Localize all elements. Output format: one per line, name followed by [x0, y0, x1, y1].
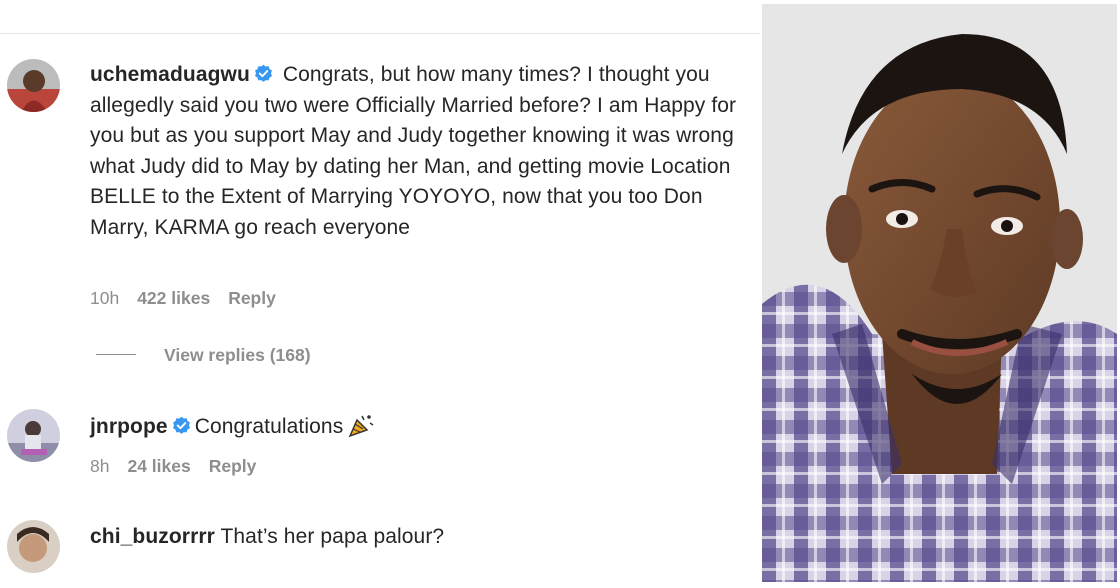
party-popper-icon — [348, 415, 374, 438]
cropped-text-fragment: ’ — [112, 0, 115, 8]
verified-badge-icon — [254, 64, 272, 82]
comment-body: chi_buzorrrr That’s her papa palour? — [90, 522, 750, 553]
view-replies-label: View replies (168) — [164, 345, 311, 365]
avatar[interactable] — [7, 409, 60, 462]
likes-count[interactable]: 24 likes — [127, 456, 190, 477]
reply-button[interactable]: Reply — [209, 456, 257, 477]
comment-username[interactable]: chi_buzorrrr — [90, 525, 215, 548]
comment-meta: 10h 422 likes Reply — [90, 288, 294, 309]
reply-button[interactable]: Reply — [228, 288, 276, 309]
comment-text: Congratulations — [194, 415, 344, 438]
avatar[interactable] — [7, 59, 60, 112]
comment-username[interactable]: uchemaduagwu — [90, 63, 250, 86]
profile-photo — [762, 4, 1117, 582]
comment-body: uchemaduagwu Congrats, but how many time… — [90, 60, 750, 244]
comment-meta: 8h 24 likes Reply — [90, 456, 274, 477]
comment-text: That’s her papa palour? — [220, 525, 445, 548]
likes-count[interactable]: 422 likes — [137, 288, 210, 309]
comment-time: 8h — [90, 456, 110, 476]
avatar[interactable] — [7, 520, 60, 573]
view-replies-button[interactable]: View replies (168) — [96, 345, 311, 366]
replies-line — [96, 354, 136, 355]
comments-panel: ’ uchemaduagwu Congrats, but how many ti… — [0, 0, 760, 588]
comment-body: jnrpope Congratulations — [90, 412, 750, 443]
comment-text: Congrats, but how many times? I thought … — [90, 63, 737, 239]
comment-username[interactable]: jnrpope — [90, 415, 168, 438]
comment-time: 10h — [90, 288, 120, 308]
verified-badge-icon — [172, 416, 190, 434]
divider — [0, 33, 760, 34]
